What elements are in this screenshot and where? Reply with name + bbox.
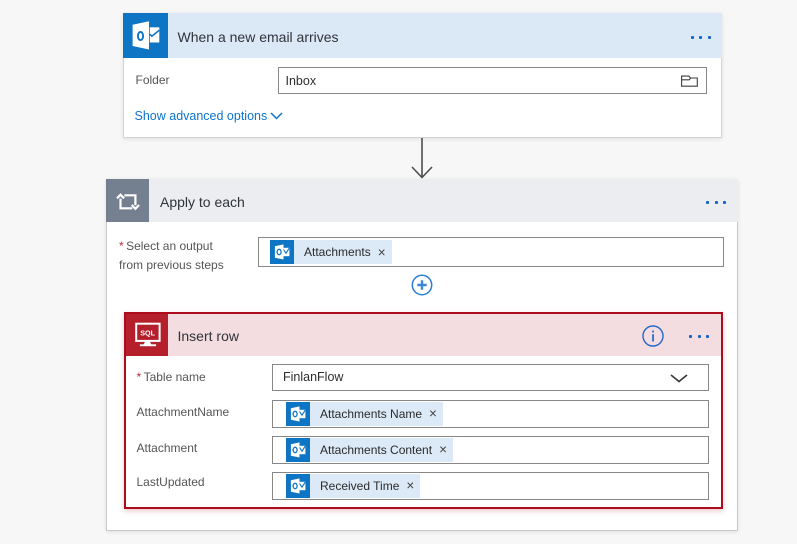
svg-text:SQL: SQL bbox=[140, 328, 155, 337]
